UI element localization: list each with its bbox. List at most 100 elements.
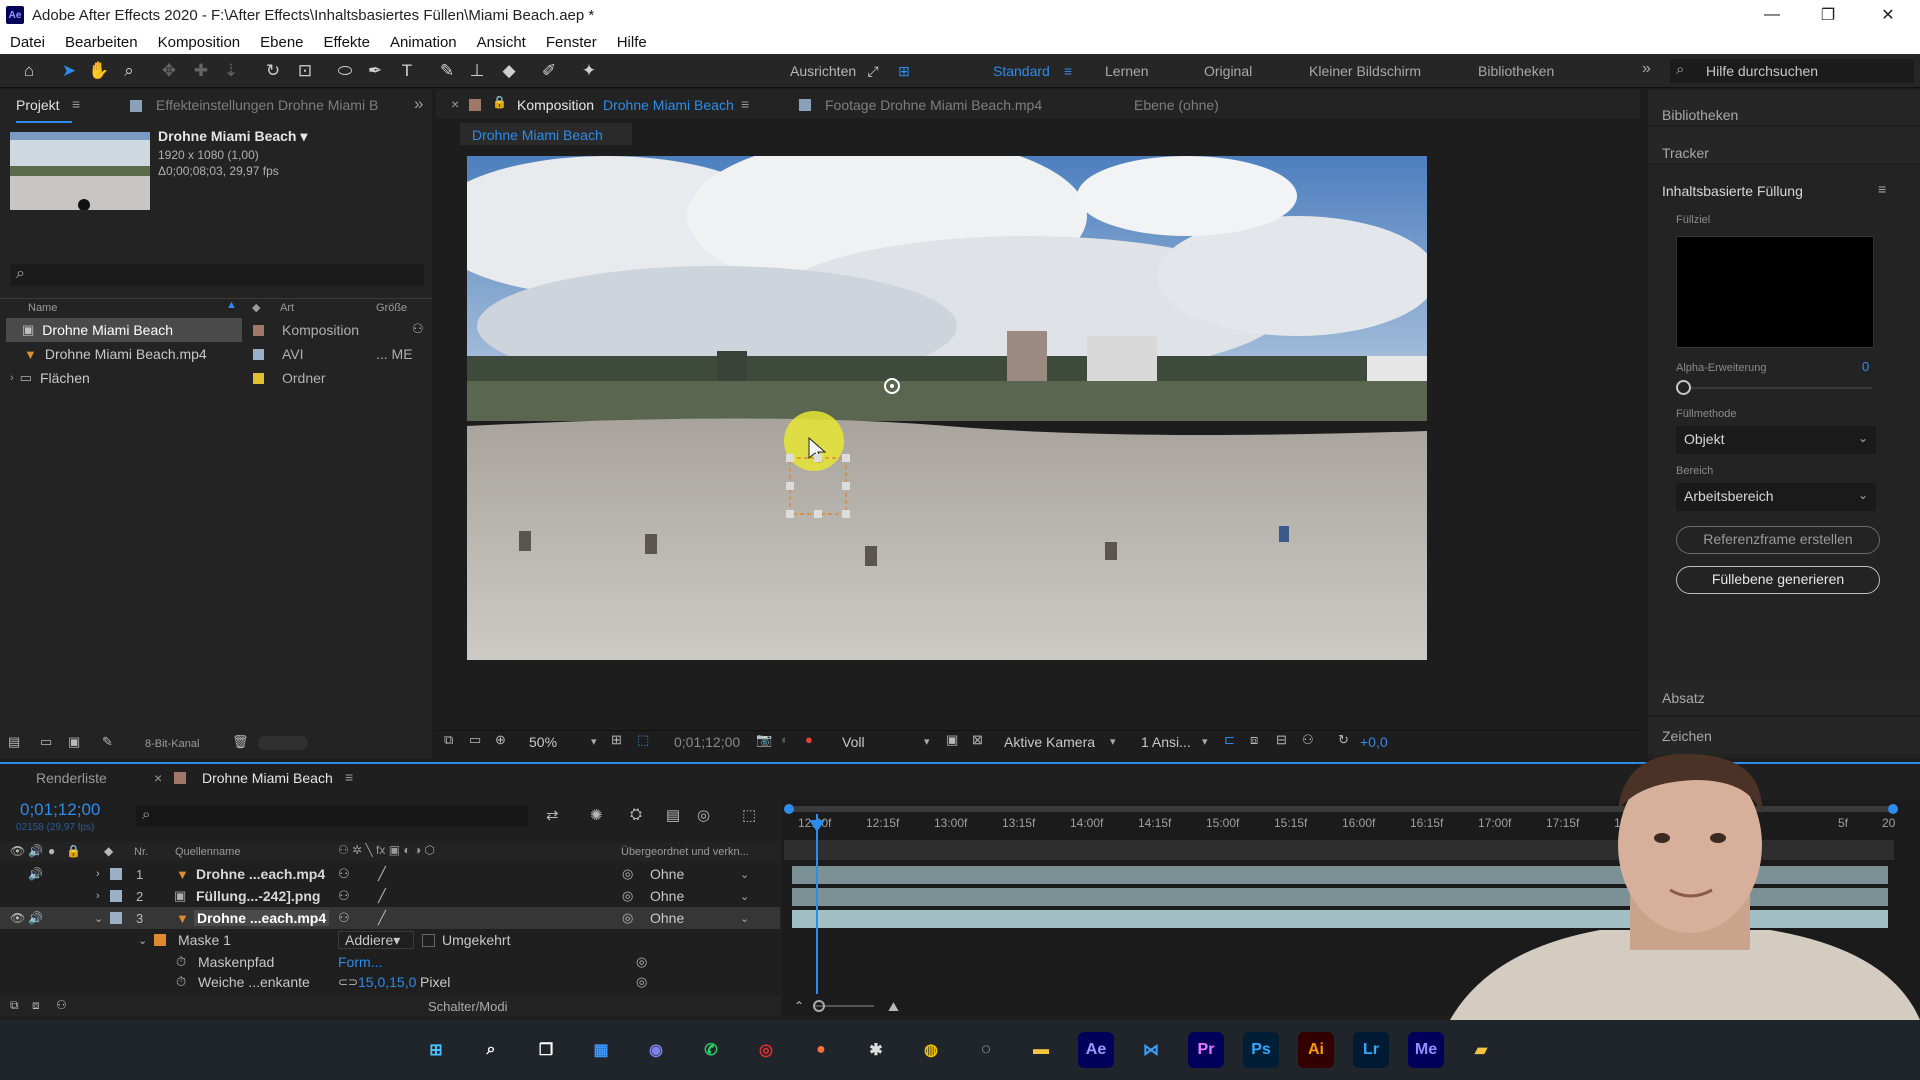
thumbnail-slider[interactable] [258,736,308,750]
eraser-tool-icon[interactable]: ◆ [498,60,520,82]
workspace-bibliotheken[interactable]: Bibliotheken [1478,63,1554,79]
close-window-button[interactable]: ✕ [1860,0,1916,30]
menu-hilfe[interactable]: Hilfe [607,34,657,51]
color-channels-icon[interactable]: ● [805,732,813,747]
composition-viewer[interactable] [467,156,1427,660]
eye-icon[interactable]: 👁 [10,911,25,925]
mask-view-icon[interactable]: ⊕ [495,732,506,748]
new-folder-icon[interactable]: ▭ [40,734,52,750]
fill-method-select[interactable]: Objekt ⌄ [1676,426,1876,454]
pick-whip-icon[interactable]: ◎ [622,910,633,926]
teams-icon[interactable]: ◉ [638,1032,674,1068]
tab-composition-label[interactable]: Komposition [517,97,594,113]
workspace-standard[interactable]: Standard [993,63,1050,79]
project-settings-icon[interactable]: ✎ [102,734,113,750]
zoom-level[interactable]: 50% [529,734,557,750]
pick-whip-icon[interactable]: ◎ [622,888,633,904]
new-comp-icon[interactable]: ▣ [68,734,80,750]
help-search-input[interactable]: Hilfe durchsuchen [1706,63,1818,79]
panel-menu-icon[interactable]: ≡ [1878,181,1886,197]
table-row[interactable]: › 2 ▣ Füllung...-242].png ⚇ ╱ ◎ Ohne ⌄ [0,885,780,907]
mask-color-swatch[interactable] [154,934,166,946]
comp-breadcrumb[interactable]: Drohne Miami Beach [472,127,603,143]
project-item[interactable]: ▼ Drohne Miami Beach.mp4 [10,342,430,366]
eye-icon[interactable]: 👁 [10,844,25,858]
label-swatch[interactable] [253,349,264,360]
toggle-switches-modes[interactable]: Schalter/Modi [428,999,507,1014]
tab-project[interactable]: Projekt [16,97,60,113]
brush-tool-icon[interactable]: ✎ [436,60,458,82]
chevron-down-icon[interactable]: ⌄ [740,868,749,881]
audio-toggle-icon[interactable]: 🔊 [28,867,43,881]
network-icon[interactable]: ⚇ [1302,732,1314,748]
after-effects-icon[interactable]: Ae [1078,1032,1114,1068]
column-size[interactable]: Größe [376,302,407,314]
label-swatch[interactable] [253,373,264,384]
comp-flowchart-icon[interactable]: ⊟ [1276,732,1287,748]
chrome-icon[interactable]: ◍ [913,1032,949,1068]
column-name[interactable]: Name [28,302,57,314]
alpha-expansion-slider[interactable] [1684,387,1872,389]
current-time-display[interactable]: 0;01;12;00 [20,800,100,820]
property-row[interactable]: ⏱ Maskenpfad Form... ◎ [0,951,780,973]
quality-switch-icon[interactable]: ╱ [378,910,386,926]
motion-blur-icon[interactable]: ◎ [697,806,710,824]
expand-chevron-icon[interactable]: › [96,890,100,902]
in-out-icon[interactable]: ⚇ [56,998,67,1012]
rotate-tool-icon[interactable]: ↻ [262,60,284,82]
column-type[interactable]: Art [280,302,294,314]
inverted-checkbox[interactable] [422,933,435,947]
table-row[interactable]: 👁 🔊 ⌄ 3 ▼ Drohne ...each.mp4 ⚇ ╱ ◎ Ohne … [0,907,780,929]
roto-brush-tool-icon[interactable]: ✐ [538,60,560,82]
chevron-down-icon[interactable]: ▾ [1202,735,1208,748]
close-tab-icon[interactable]: × [154,770,162,786]
menu-ebene[interactable]: Ebene [250,34,313,51]
expand-chevron-icon[interactable]: › [96,868,100,880]
column-parent[interactable]: Übergeordnet und verkn... [621,846,749,858]
transparency-grid-icon[interactable]: ⊠ [972,732,983,748]
expand-chevron-icon[interactable]: › [10,372,14,384]
quality-switch-icon[interactable]: ╱ [378,888,386,904]
task-view-icon[interactable]: ❐ [528,1032,564,1068]
lock-icon[interactable]: 🔒 [492,95,507,109]
pen-tool-icon[interactable]: ✒ [364,60,386,82]
illustrator-icon[interactable]: Ai [1298,1032,1334,1068]
premiere-icon[interactable]: Pr [1188,1032,1224,1068]
help-search-box[interactable]: ⌕ Hilfe durchsuchen [1670,59,1914,83]
toggle-pixel-aspect-icon[interactable]: ⊏ [1224,732,1235,748]
tracker-panel-header[interactable]: Tracker [1662,145,1709,161]
content-aware-fill-header[interactable]: Inhaltsbasierte Füllung [1662,183,1803,199]
alpha-expansion-value[interactable]: 0 [1862,359,1869,374]
transfer-controls-icon[interactable]: ⧈ [32,998,40,1013]
chevron-down-icon[interactable]: ⌄ [740,912,749,925]
feather-value[interactable]: 15,0,15,0 [358,974,416,990]
project-item[interactable]: › ▭ Flächen [10,366,430,390]
mask-mode-select[interactable]: Addiere▾ [338,931,414,949]
exposure-value[interactable]: +0,0 [1360,734,1388,750]
menu-ansicht[interactable]: Ansicht [467,34,536,51]
ellipse-tool-icon[interactable]: ⬭ [334,60,356,82]
shy-switch-icon[interactable]: ⚇ [338,866,350,882]
stopwatch-icon[interactable]: ⏱ [176,974,186,990]
expression-icon[interactable]: ◎ [636,954,647,970]
slider-handle[interactable] [813,1000,825,1012]
anchor-tool-icon[interactable]: ⊡ [294,60,316,82]
firefox-icon[interactable]: ● [803,1032,839,1068]
slider-handle[interactable] [1676,380,1691,395]
layer-switches-toggle-icon[interactable]: ⧉ [10,998,19,1013]
clone-stamp-tool-icon[interactable]: ⊥ [466,60,488,82]
draft-3d-icon[interactable]: ✺ [590,806,603,824]
comp-panel-menu-icon[interactable]: ≡ [741,96,749,112]
comp-mini-flowchart-icon[interactable]: ⇄ [546,806,559,824]
snap-grid-icon[interactable]: ⊞ [893,60,915,82]
create-reference-frame-button[interactable]: Referenzframe erstellen [1676,526,1880,554]
playhead[interactable] [816,814,818,994]
trash-icon[interactable]: 🗑 [232,734,249,750]
camera-select[interactable]: Aktive Kamera [1004,734,1095,750]
label-swatch[interactable] [110,868,122,880]
viewer-timecode[interactable]: 0;01;12;00 [674,734,740,750]
column-source-name[interactable]: Quellenname [175,846,240,858]
libraries-panel-header[interactable]: Bibliotheken [1662,107,1738,123]
chevron-down-icon[interactable]: ⌄ [740,890,749,903]
type-tool-icon[interactable]: T [396,60,418,82]
